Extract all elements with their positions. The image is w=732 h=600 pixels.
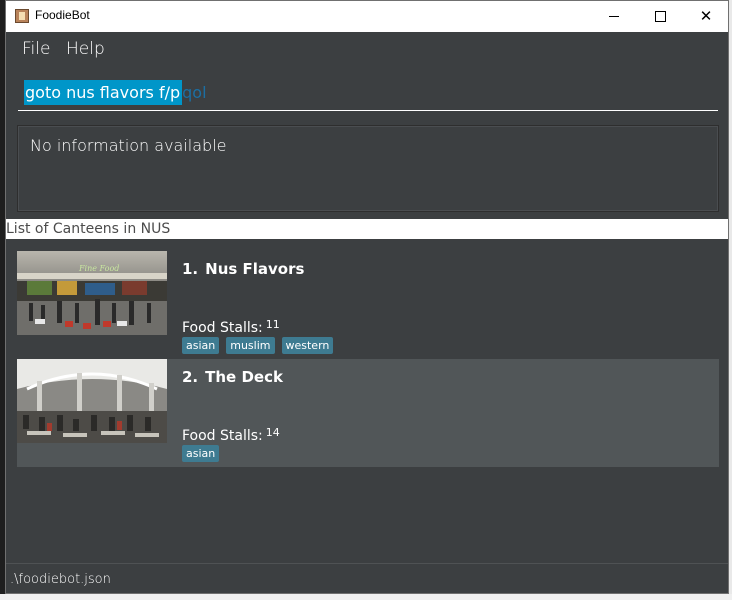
close-button[interactable]: ✕	[683, 1, 729, 32]
food-stalls-count: 11	[265, 318, 280, 331]
menu-help[interactable]: Help	[66, 39, 105, 59]
tag-list: asian	[182, 445, 220, 462]
window-title: FoodieBot	[35, 8, 90, 22]
status-file-path: .\foodiebot.json	[10, 572, 111, 587]
canteen-card[interactable]: Fine Food 1. Nus Flavors Food Stalls: 11 a…	[17, 251, 719, 359]
tag: western	[281, 337, 334, 354]
tag: asian	[182, 445, 220, 462]
menu-bar: File Help	[6, 32, 728, 68]
desktop-background-bottom	[0, 594, 732, 600]
list-header: List of Canteens in NUS	[6, 219, 728, 239]
canteen-photo: Fine Food	[17, 251, 167, 335]
canteen-name-text: Nus Flavors	[205, 260, 305, 278]
canteen-list[interactable]: Fine Food 1. Nus Flavors Food Stalls: 11 a…	[6, 240, 728, 563]
command-selected-text: goto nus flavors f/p	[24, 80, 183, 105]
app-icon	[15, 9, 29, 23]
tag: muslim	[226, 337, 275, 354]
food-stalls-label: Food Stalls:	[182, 320, 263, 336]
canteen-name: 1. Nus Flavors	[182, 260, 304, 278]
canteen-sign: Fine Food	[78, 264, 119, 273]
close-icon: ✕	[699, 7, 713, 25]
command-box-area: goto nus flavors f/p qol	[6, 67, 728, 117]
status-bar: .\foodiebot.json	[6, 563, 728, 593]
canteen-photo	[17, 359, 167, 443]
canteen-index: 1.	[182, 260, 199, 278]
command-input[interactable]: goto nus flavors f/p qol	[18, 75, 718, 111]
minimize-button[interactable]	[591, 1, 637, 32]
result-display: No information available	[17, 125, 719, 212]
canteen-name-text: The Deck	[205, 368, 283, 386]
command-ghost-text: qol	[182, 83, 207, 102]
maximize-icon	[654, 11, 666, 22]
food-stalls: Food Stalls: 14	[182, 425, 280, 444]
canteen-index: 2.	[182, 368, 199, 386]
canteen-name: 2. The Deck	[182, 368, 283, 386]
canteen-card-selected[interactable]: 2. The Deck Food Stalls: 14 asian	[17, 359, 719, 467]
title-bar[interactable]: FoodieBot ✕	[6, 1, 728, 32]
maximize-button[interactable]	[637, 1, 683, 32]
menu-file[interactable]: File	[22, 39, 50, 59]
tag: asian	[182, 337, 220, 354]
foodiebot-window: FoodieBot ✕ File Help goto nus flavors f…	[5, 0, 729, 594]
food-stalls-count: 14	[265, 426, 280, 439]
minimize-icon	[609, 16, 619, 17]
result-text: No information available	[30, 136, 227, 155]
list-header-label: List of Canteens in NUS	[6, 221, 171, 237]
tag-list: asian muslim western	[182, 337, 334, 354]
food-stalls: Food Stalls: 11	[182, 317, 280, 336]
food-stalls-label: Food Stalls:	[182, 428, 263, 444]
